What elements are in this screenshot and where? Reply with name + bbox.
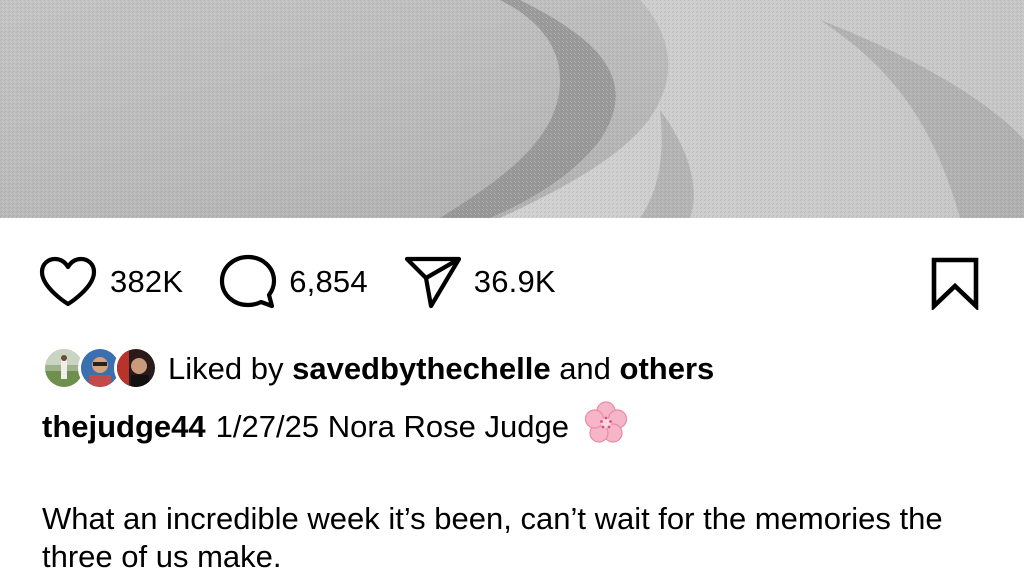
liked-by-username[interactable]: savedbythechelle: [292, 351, 550, 386]
cherry-blossom-emoji-icon: [583, 400, 629, 454]
comment-bubble-icon: [220, 254, 277, 309]
liked-by-text: Liked by savedbythechelle and others: [168, 351, 714, 387]
liked-by-prefix: Liked by: [168, 351, 284, 386]
like-button[interactable]: 382K: [38, 256, 183, 308]
share-button[interactable]: 36.9K: [404, 254, 556, 310]
comment-button[interactable]: 6,854: [219, 253, 368, 311]
fabric-photo-image: [0, 0, 1024, 218]
instagram-post: 382K 6,854 36.9K Liked by savedbythechel…: [0, 0, 1024, 576]
bookmark-icon: [931, 257, 979, 312]
avatar: [114, 346, 158, 390]
caption-header: thejudge44 1/27/25 Nora Rose Judge: [42, 400, 629, 454]
liked-by-row[interactable]: Liked by savedbythechelle and others: [42, 344, 714, 394]
liker-avatars: [42, 344, 160, 394]
save-button[interactable]: [930, 256, 980, 315]
post-action-bar: 382K 6,854 36.9K: [38, 252, 592, 312]
comment-count[interactable]: 6,854: [289, 264, 368, 300]
heart-icon: [39, 256, 97, 307]
caption-username[interactable]: thejudge44: [42, 409, 206, 445]
like-count[interactable]: 382K: [110, 264, 183, 300]
paper-plane-icon: [404, 256, 461, 309]
liked-by-others[interactable]: others: [620, 351, 715, 386]
share-count[interactable]: 36.9K: [474, 264, 556, 300]
liked-by-joiner: and: [559, 351, 611, 386]
caption-headline: 1/27/25 Nora Rose Judge: [215, 409, 569, 444]
post-photo[interactable]: [0, 0, 1024, 218]
caption-body: What an incredible week it’s been, can’t…: [42, 501, 943, 574]
